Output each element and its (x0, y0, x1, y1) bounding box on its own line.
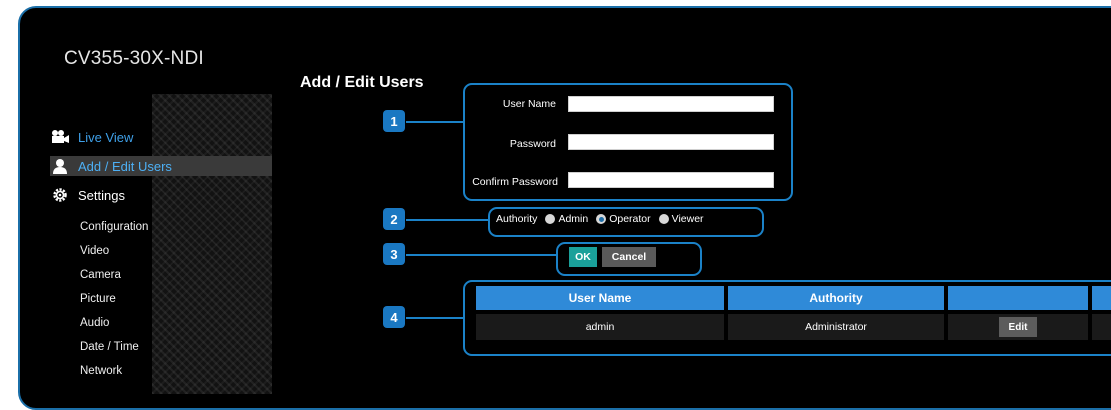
sidebar-item-live-view[interactable]: Live View (50, 127, 133, 147)
gear-icon (50, 186, 70, 204)
sidebar-subitem-date-time[interactable]: Date / Time (80, 341, 139, 353)
username-field[interactable] (568, 96, 774, 112)
column-header-username: User Name (476, 286, 724, 310)
camera-icon (50, 128, 70, 146)
radio-operator-label: Operator (609, 213, 651, 225)
username-label: User Name (502, 98, 556, 110)
radio-viewer[interactable] (658, 214, 669, 224)
edit-button[interactable]: Edit (999, 317, 1037, 337)
column-header-authority: Authority (728, 286, 944, 310)
user-icon (50, 157, 70, 175)
table-cell-action: Edit (948, 314, 1088, 340)
callout-badge-1: 1 (383, 110, 405, 132)
callout-connector (406, 317, 464, 319)
table-cell-username: admin (476, 314, 724, 340)
sidebar-carbon-texture (152, 94, 272, 394)
confirm-password-field[interactable] (568, 172, 774, 188)
sidebar-item-label: Add / Edit Users (78, 158, 172, 174)
radio-admin[interactable] (545, 214, 556, 224)
sidebar-subitem-audio[interactable]: Audio (80, 317, 109, 329)
password-label: Password (509, 138, 556, 150)
callout-connector (406, 254, 557, 256)
column-header-action (948, 286, 1088, 310)
radio-admin-label: Admin (558, 213, 589, 225)
sidebar-item-settings[interactable]: Settings (50, 185, 125, 205)
confirm-password-label: Confirm Password (472, 176, 558, 188)
ok-button[interactable]: OK (569, 247, 597, 267)
sidebar-item-label: Settings (78, 187, 125, 203)
table-cell-authority: Administrator (728, 314, 944, 340)
cancel-button[interactable]: Cancel (602, 247, 656, 267)
device-name: CV355-30X-NDI (64, 48, 204, 69)
authority-radio-group: Authority Admin Operator Viewer (496, 213, 704, 225)
callout-badge-3: 3 (383, 243, 405, 265)
column-header-extra (1092, 286, 1111, 310)
table-cell-extra (1092, 314, 1111, 340)
radio-operator[interactable] (596, 214, 607, 224)
sidebar-subitem-camera[interactable]: Camera (80, 269, 121, 281)
radio-viewer-label: Viewer (671, 213, 704, 225)
sidebar-subitem-video[interactable]: Video (80, 245, 109, 257)
callout-connector (406, 219, 489, 221)
password-field[interactable] (568, 134, 774, 150)
sidebar-subitem-network[interactable]: Network (80, 365, 122, 377)
sidebar-item-label: Live View (78, 129, 134, 145)
sidebar-subitem-picture[interactable]: Picture (80, 293, 116, 305)
callout-badge-2: 2 (383, 208, 405, 230)
callout-connector (406, 121, 464, 123)
authority-label: Authority (496, 213, 538, 225)
sidebar-item-add-edit-users[interactable]: Add / Edit Users (50, 156, 272, 176)
page-title: Add / Edit Users (300, 74, 424, 91)
callout-badge-4: 4 (383, 306, 405, 328)
sidebar-subitem-configuration[interactable]: Configuration (80, 221, 148, 233)
